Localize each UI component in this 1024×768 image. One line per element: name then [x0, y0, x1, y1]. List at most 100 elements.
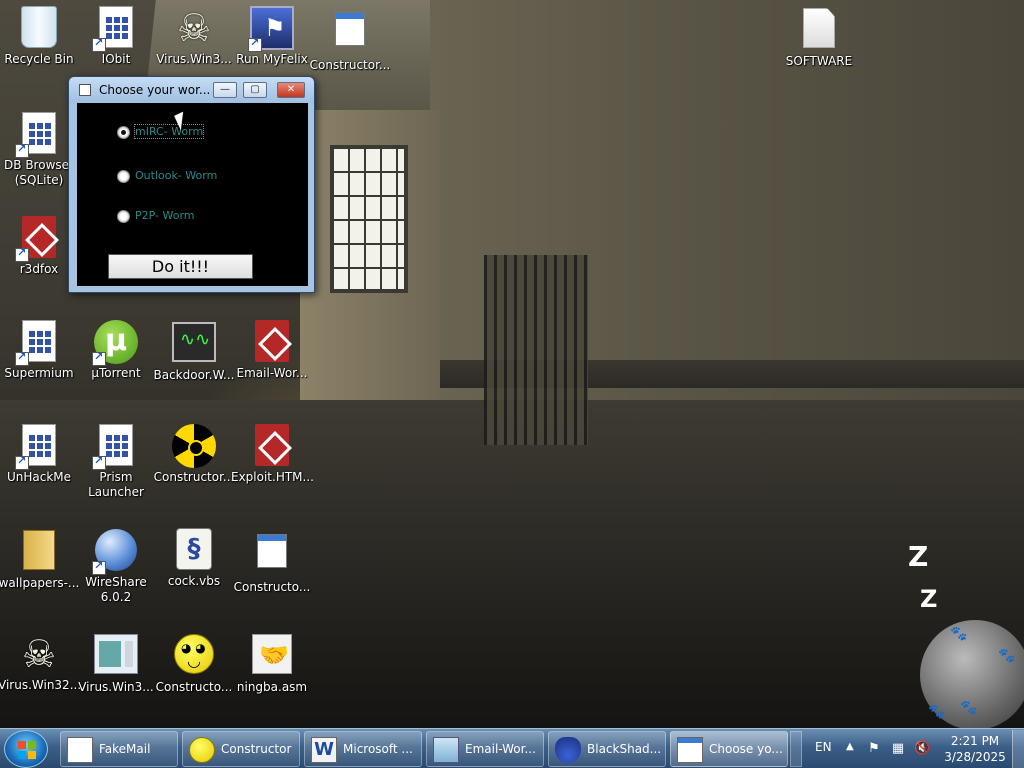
- taskbar-item-label: Microsoft ...: [343, 742, 413, 756]
- icon-label: Constructo...: [233, 580, 311, 594]
- shortcut-arrow-icon: [248, 36, 262, 52]
- icon-label: Supermium: [4, 366, 74, 380]
- paw-icon: 🐾: [950, 626, 968, 642]
- icon-label: Constructo...: [155, 680, 233, 694]
- clock-date: 3/28/2025: [944, 750, 1006, 764]
- blank-file-icon: [803, 8, 835, 48]
- desktop-icon-wallpapers[interactable]: wallpapers-...: [0, 528, 80, 591]
- icon-label: wallpapers-...: [0, 576, 80, 590]
- desktop-icon-virus-win3-window[interactable]: Virus.Win3...: [75, 632, 157, 695]
- desktop-icon-recycle-bin[interactable]: Recycle Bin: [0, 6, 80, 67]
- icon-label: Prism: [99, 470, 133, 484]
- network-icon[interactable]: ▦: [890, 741, 906, 757]
- taskbar-item-label: FakeMail: [99, 742, 151, 756]
- mail-icon: [433, 737, 459, 763]
- desktop-icon-constructor-top[interactable]: Constructor...: [309, 6, 391, 73]
- icon-label: Launcher: [88, 485, 144, 499]
- desktop-icon-supermium[interactable]: Supermium: [0, 320, 80, 381]
- system-clock[interactable]: 2:21 PM 3/28/2025: [940, 733, 1010, 765]
- radio-label[interactable]: Outlook- Worm: [135, 169, 217, 182]
- desktop-icon-constructor-nuke[interactable]: Constructor...: [153, 424, 235, 485]
- taskbar-scroll-buttons[interactable]: [790, 731, 802, 767]
- desktop-icon-email-worm[interactable]: Email-Wor...: [231, 320, 313, 381]
- desktop-icon-utorrent[interactable]: µ µTorrent: [75, 320, 157, 381]
- choose-worm-dialog[interactable]: Choose your wor... — ▢ ✕ mIRC- Worm Outl…: [68, 76, 315, 293]
- sleep-z-large: Z: [908, 540, 929, 573]
- radio-button[interactable]: [117, 210, 130, 223]
- flask-icon: [555, 737, 581, 763]
- taskbar-item-label: Constructor: [221, 742, 292, 756]
- icon-label: Backdoor.W...: [153, 368, 235, 382]
- start-button[interactable]: [4, 730, 48, 768]
- shortcut-arrow-icon: [15, 246, 29, 262]
- desktop-icon-cock-vbs[interactable]: § cock.vbs: [153, 528, 235, 589]
- desktop-icon-unhackme[interactable]: UnHackMe: [0, 424, 80, 485]
- language-indicator[interactable]: EN: [815, 740, 832, 754]
- desktop-icon-wireshare[interactable]: WireShare 6.0.2: [75, 528, 157, 605]
- desktop: Z Z 🐾 🐾 🐾 🐾 Recycle Bin DB Browser (SQLi…: [0, 0, 1024, 728]
- windows-logo-icon: [18, 741, 36, 759]
- dialog-titlebar[interactable]: Choose your wor... — ▢ ✕: [69, 77, 314, 103]
- taskbar-item-fakemail[interactable]: FakeMail: [60, 731, 178, 767]
- icon-label: ningba.asm: [236, 680, 308, 694]
- radio-button[interactable]: [117, 170, 130, 183]
- icon-label: Recycle Bin: [4, 52, 74, 66]
- show-desktop-button[interactable]: [1012, 730, 1024, 768]
- icon-label: Virus.Win32...: [0, 678, 80, 692]
- volume-muted-icon[interactable]: 🔇: [914, 741, 930, 757]
- icon-label: UnHackMe: [6, 470, 72, 484]
- taskbar-item-microsoft[interactable]: W Microsoft ...: [304, 731, 422, 767]
- recycle-bin-icon: [21, 6, 57, 48]
- taskbar-item-blackshad[interactable]: BlackShad...: [548, 731, 666, 767]
- taskbar-item-choose-your-worm[interactable]: Choose yo...: [670, 731, 788, 767]
- taskbar: FakeMail Constructor W Microsoft ... Ema…: [0, 728, 1024, 768]
- paw-icon: 🐾: [928, 704, 946, 720]
- icon-label: 6.0.2: [100, 590, 132, 604]
- dialog-client-area: mIRC- Worm Outlook- Worm P2P- Worm Do it…: [77, 103, 308, 286]
- desktop-icon-exploit-htm[interactable]: Exploit.HTM...: [231, 424, 313, 485]
- icon-label: Virus.Win3...: [156, 52, 232, 66]
- icon-label: Run MyFelix: [236, 52, 308, 66]
- taskbar-item-label: Choose yo...: [709, 742, 783, 756]
- icon-label: IObit: [101, 52, 131, 66]
- pdf-icon: [255, 320, 289, 362]
- desktop-icon-virus-win3-skull[interactable]: ☠ Virus.Win3...: [153, 6, 235, 67]
- minimize-button[interactable]: —: [213, 82, 237, 98]
- shortcut-arrow-icon: [15, 350, 29, 366]
- paw-orb-gadget[interactable]: 🐾 🐾 🐾 🐾: [920, 620, 1024, 728]
- icon-label: µTorrent: [91, 366, 141, 380]
- desktop-icon-software[interactable]: SOFTWARE: [778, 6, 860, 69]
- radio-button-checked[interactable]: [117, 126, 130, 139]
- taskbar-item-label: Email-Wor...: [465, 742, 536, 756]
- taskbar-item-constructor[interactable]: Constructor: [182, 731, 300, 767]
- skull-icon: ☠: [21, 632, 57, 676]
- do-it-button[interactable]: Do it!!!: [108, 254, 253, 279]
- icon-label: Exploit.HTM...: [231, 470, 313, 484]
- desktop-icon-ningba-asm[interactable]: ningba.asm: [231, 632, 313, 695]
- show-hidden-icons-arrow-icon[interactable]: ▲: [846, 741, 854, 752]
- shortcut-arrow-icon: [15, 454, 29, 470]
- desktop-icon-iobit[interactable]: IObit: [75, 6, 157, 67]
- icon-label: WireShare: [85, 575, 147, 589]
- desktop-icon-prism-launcher[interactable]: Prism Launcher: [75, 424, 157, 500]
- desktop-icon-run-myfelix[interactable]: Run MyFelix: [231, 6, 313, 67]
- fakemail-icon: [67, 737, 93, 763]
- desktop-icon-constructor-smiley[interactable]: Constructo...: [153, 632, 235, 695]
- skull-icon: ☠: [176, 6, 212, 50]
- shortcut-arrow-icon: [92, 36, 106, 52]
- desktop-icon-virus-win32[interactable]: ☠ Virus.Win32...: [0, 632, 80, 693]
- desktop-icon-backdoor[interactable]: Backdoor.W...: [153, 320, 235, 383]
- close-button[interactable]: ✕: [277, 82, 305, 98]
- icon-label: SOFTWARE: [785, 54, 853, 68]
- maximize-button[interactable]: ▢: [243, 82, 267, 98]
- shortcut-arrow-icon: [92, 454, 106, 470]
- smiley-icon: [189, 737, 215, 763]
- action-center-flag-icon[interactable]: ⚑: [866, 741, 882, 757]
- icon-label: Constructor...: [153, 470, 235, 484]
- radio-label[interactable]: P2P- Worm: [135, 209, 195, 222]
- pdf-icon: [255, 424, 289, 466]
- radio-label[interactable]: mIRC- Worm: [133, 124, 205, 139]
- taskbar-item-email-worm[interactable]: Email-Wor...: [426, 731, 544, 767]
- script-icon: §: [176, 528, 212, 570]
- desktop-icon-constructo-window[interactable]: Constructo...: [231, 528, 313, 595]
